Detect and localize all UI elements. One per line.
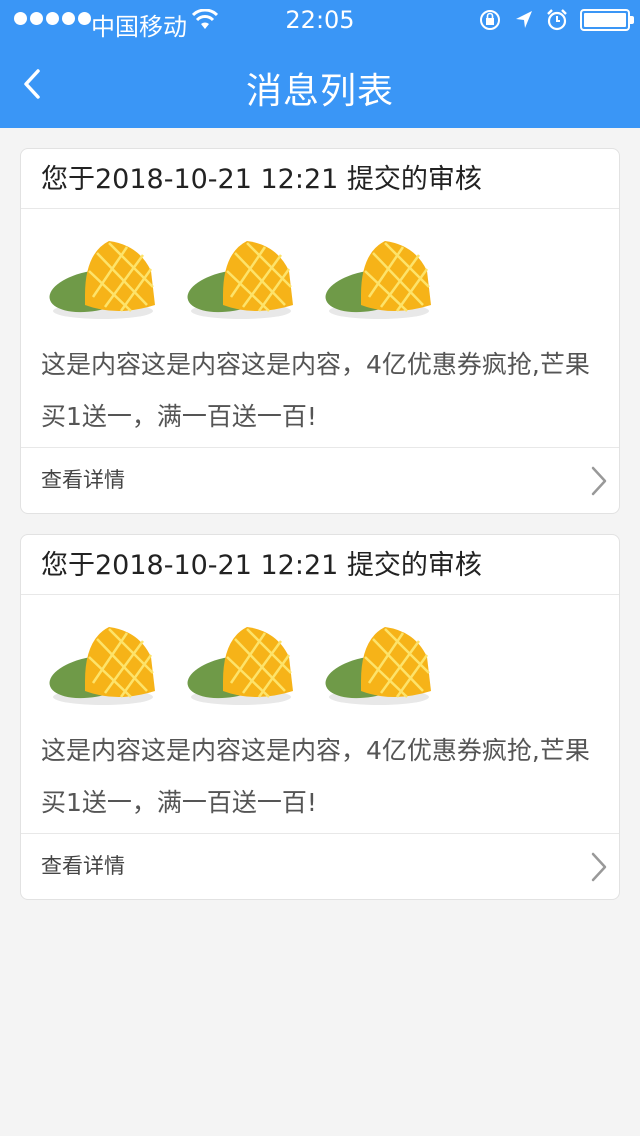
- page-title: 消息列表: [245, 71, 394, 112]
- view-details-link[interactable]: 查看详情: [21, 833, 619, 899]
- mango-image[interactable]: [47, 621, 163, 711]
- mango-image[interactable]: [323, 235, 439, 325]
- alarm-icon: [547, 9, 567, 31]
- message-title: 您于2018-10-21 12:21 提交的审核: [21, 149, 619, 209]
- view-details-link[interactable]: 查看详情: [21, 447, 619, 513]
- message-content: 这是内容这是内容这是内容，4亿优惠券疯抢,芒果买1送一，满一百送一百!: [41, 350, 590, 431]
- mango-image[interactable]: [185, 621, 301, 711]
- view-details-label: 查看详情: [41, 854, 125, 878]
- location-icon: [516, 11, 532, 28]
- battery-icon: [580, 9, 634, 31]
- message-content: 这是内容这是内容这是内容，4亿优惠券疯抢,芒果买1送一，满一百送一百!: [41, 736, 590, 817]
- chevron-right-icon: [591, 466, 607, 496]
- message-card: 您于2018-10-21 12:21 提交的审核 这是内容这是内容这是内容，4亿…: [20, 148, 620, 514]
- message-images: [21, 209, 619, 329]
- mango-image[interactable]: [47, 235, 163, 325]
- message-title: 您于2018-10-21 12:21 提交的审核: [21, 535, 619, 595]
- view-details-label: 查看详情: [41, 468, 125, 492]
- chevron-right-icon: [591, 852, 607, 882]
- nav-bar: 消息列表: [0, 40, 640, 128]
- mango-image[interactable]: [185, 235, 301, 325]
- message-list: 您于2018-10-21 12:21 提交的审核 这是内容这是内容这是内容，4亿…: [20, 148, 620, 920]
- message-card: 您于2018-10-21 12:21 提交的审核 这是内容这是内容这是内容，4亿…: [20, 534, 620, 900]
- status-bar: 中国移动 22:05: [0, 0, 640, 41]
- header: 中国移动 22:05 消息列表: [0, 0, 640, 128]
- message-images: [21, 595, 619, 715]
- orientation-lock-icon: [480, 10, 500, 30]
- mango-image[interactable]: [323, 621, 439, 711]
